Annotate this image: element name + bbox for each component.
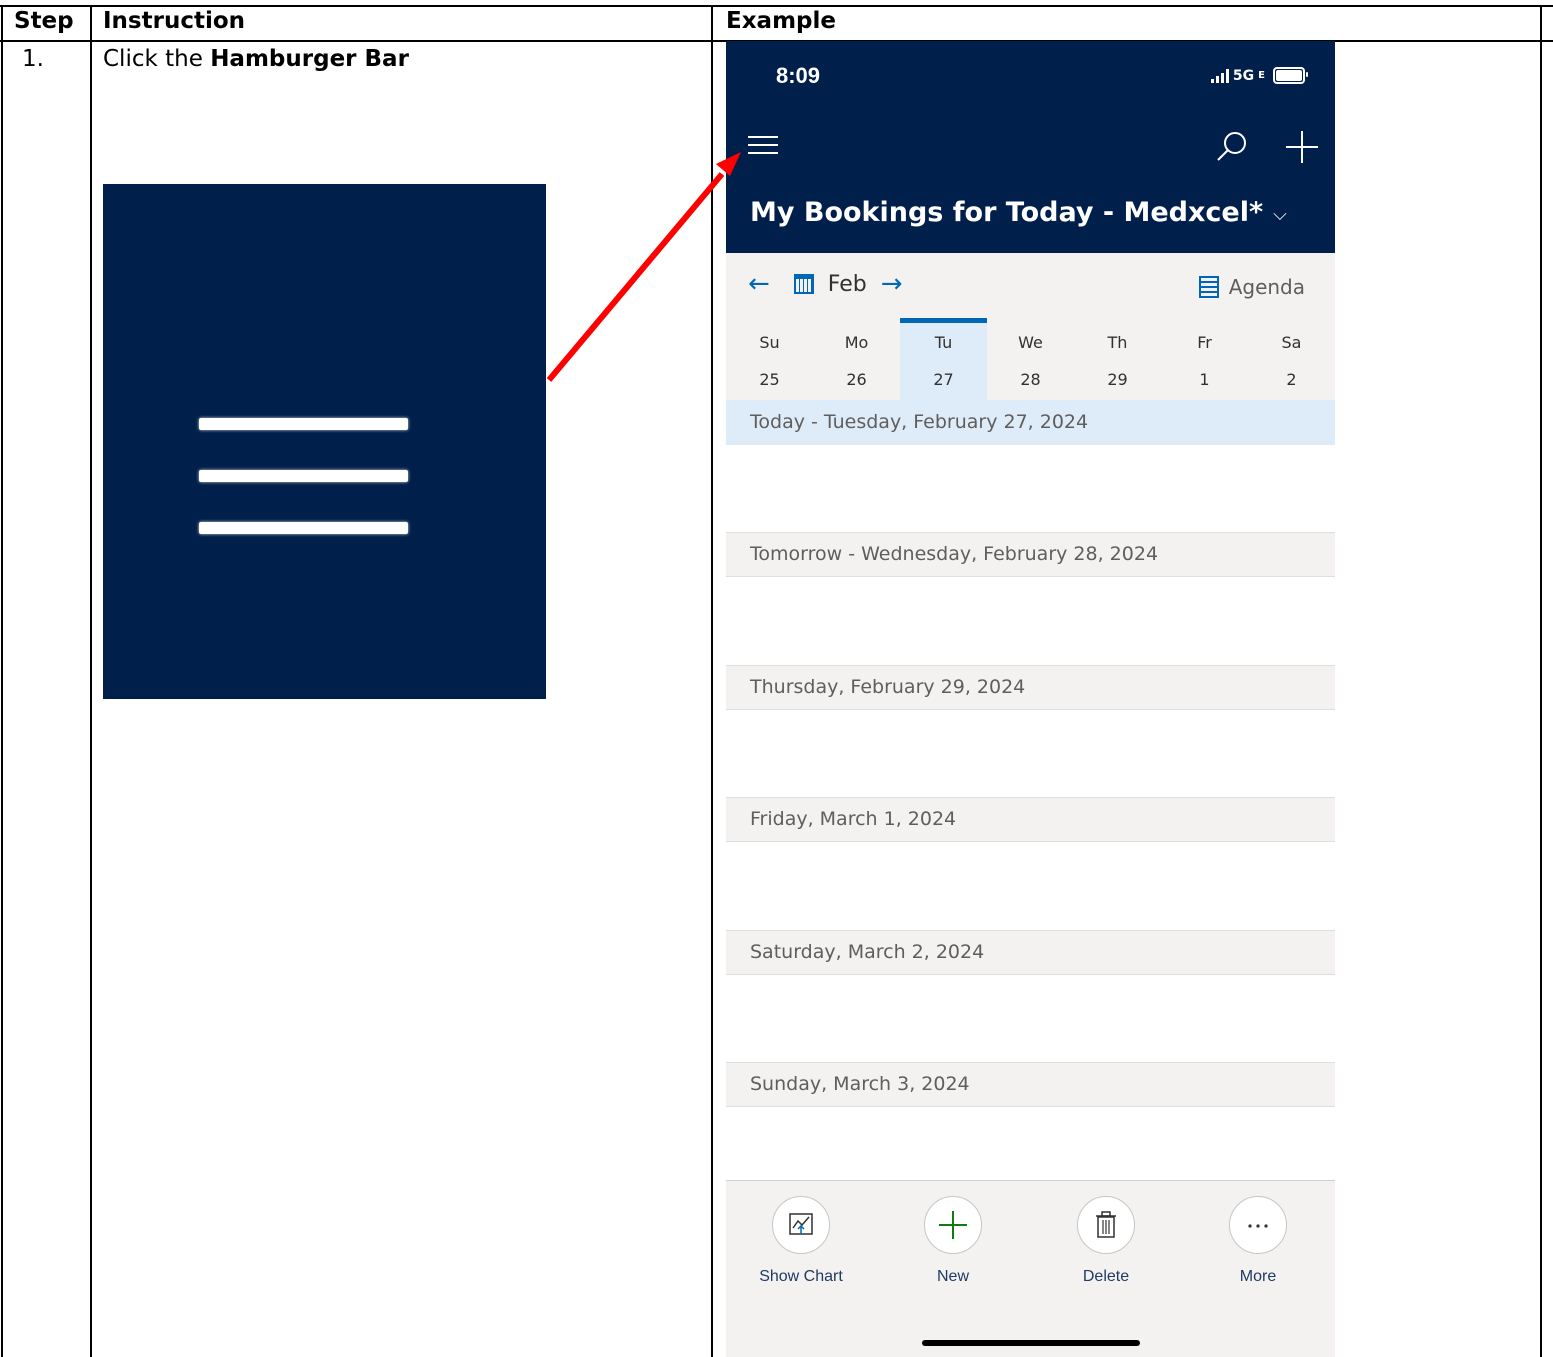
app-header: 8:09 5G E My Bookings for Today - Medxcel… bbox=[726, 41, 1335, 253]
chevron-down-icon: ⌵ bbox=[1273, 204, 1287, 225]
section-body bbox=[726, 710, 1335, 797]
day-name: Sa bbox=[1281, 333, 1302, 352]
month-label[interactable]: Feb bbox=[828, 272, 867, 297]
day-date: 26 bbox=[846, 370, 867, 389]
phone-screenshot: 8:09 5G E My Bookings for Today - Medxcel… bbox=[726, 41, 1335, 1357]
next-arrow-icon[interactable]: → bbox=[881, 271, 903, 297]
section-body bbox=[726, 577, 1335, 664]
week-strip: Su 25 Mo 26 Tu 27 We 28 Th 29 Fr 1 Sa 2 bbox=[726, 318, 1335, 400]
hamburger-zoom-bar bbox=[199, 418, 408, 430]
table-col-divider-2 bbox=[711, 5, 713, 1357]
section-header: Friday, March 1, 2024 bbox=[726, 797, 1335, 842]
signal-icon bbox=[1210, 68, 1229, 83]
prev-arrow-icon[interactable]: ← bbox=[748, 271, 770, 297]
instruction-prefix: Click the bbox=[103, 46, 211, 72]
table-left-border bbox=[1, 5, 3, 1357]
table-right-border bbox=[1540, 5, 1542, 1357]
table-col-divider-1 bbox=[90, 5, 92, 1357]
show-chart-label: Show Chart bbox=[759, 1268, 843, 1285]
day-date: 25 bbox=[759, 370, 780, 389]
home-indicator bbox=[922, 1340, 1140, 1346]
day-name: Tu bbox=[934, 333, 953, 352]
day-th[interactable]: Th 29 bbox=[1074, 318, 1161, 400]
agenda-label: Agenda bbox=[1228, 275, 1305, 299]
day-name: Su bbox=[759, 333, 780, 352]
command-bar: Show Chart New Delete More bbox=[726, 1180, 1335, 1357]
calendar-icon bbox=[793, 274, 814, 294]
calendar-nav: ← Feb → Agenda bbox=[726, 253, 1335, 318]
network-suffix: E bbox=[1258, 70, 1265, 81]
view-selector[interactable]: My Bookings for Today - Medxcel* ⌵ bbox=[750, 197, 1287, 228]
network-label: 5G bbox=[1232, 67, 1255, 84]
day-name: Th bbox=[1107, 333, 1128, 352]
delete-label: Delete bbox=[1082, 1268, 1130, 1285]
section-header: Tomorrow - Wednesday, February 28, 2024 bbox=[726, 532, 1335, 577]
trash-icon bbox=[1077, 1196, 1135, 1254]
instruction-text: Click the Hamburger Bar bbox=[103, 44, 409, 74]
header-step: Step bbox=[14, 8, 74, 34]
page-title: My Bookings for Today - Medxcel* bbox=[750, 197, 1264, 228]
day-name: Mo bbox=[844, 333, 869, 352]
day-date: 1 bbox=[1199, 370, 1210, 389]
day-name: We bbox=[1018, 333, 1043, 352]
status-time: 8:09 bbox=[776, 63, 821, 88]
battery-icon bbox=[1273, 67, 1308, 84]
day-date: 28 bbox=[1020, 370, 1041, 389]
more-icon bbox=[1229, 1196, 1287, 1254]
instruction-bold: Hamburger Bar bbox=[210, 46, 409, 72]
section-body bbox=[726, 445, 1335, 532]
day-date: 2 bbox=[1286, 370, 1297, 389]
hamburger-zoom-image bbox=[103, 184, 546, 699]
day-date: 27 bbox=[933, 370, 954, 389]
agenda-view-button[interactable]: Agenda bbox=[1198, 275, 1305, 299]
search-icon[interactable] bbox=[1212, 127, 1252, 167]
more-button[interactable]: More bbox=[1193, 1196, 1323, 1286]
section-header-today: Today - Tuesday, February 27, 2024 bbox=[726, 400, 1335, 445]
day-tu-selected[interactable]: Tu 27 bbox=[900, 318, 987, 400]
show-chart-button[interactable]: Show Chart bbox=[736, 1196, 866, 1286]
step-number: 1. bbox=[22, 46, 44, 72]
header-instruction: Instruction bbox=[103, 8, 246, 34]
day-fr[interactable]: Fr 1 bbox=[1161, 318, 1248, 400]
section-header: Thursday, February 29, 2024 bbox=[726, 665, 1335, 710]
new-button[interactable]: New bbox=[888, 1196, 1018, 1286]
day-we[interactable]: We 28 bbox=[987, 318, 1074, 400]
header-example: Example bbox=[726, 8, 836, 34]
add-icon[interactable] bbox=[1282, 127, 1322, 167]
delete-button[interactable]: Delete bbox=[1041, 1196, 1171, 1286]
hamburger-zoom-bar bbox=[199, 470, 408, 482]
plus-icon bbox=[924, 1196, 982, 1254]
hamburger-zoom-bar bbox=[199, 522, 408, 534]
section-body bbox=[726, 842, 1335, 929]
day-su[interactable]: Su 25 bbox=[726, 318, 813, 400]
chart-icon bbox=[772, 1196, 830, 1254]
day-name: Fr bbox=[1197, 333, 1212, 352]
agenda-icon bbox=[1198, 276, 1219, 298]
hamburger-menu-button[interactable] bbox=[748, 136, 780, 158]
section-header: Sunday, March 3, 2024 bbox=[726, 1062, 1335, 1107]
section-header: Saturday, March 2, 2024 bbox=[726, 930, 1335, 975]
day-sa[interactable]: Sa 2 bbox=[1248, 318, 1335, 400]
status-indicators: 5G E bbox=[1210, 67, 1308, 84]
day-mo[interactable]: Mo 26 bbox=[813, 318, 900, 400]
new-label: New bbox=[936, 1268, 969, 1285]
day-date: 29 bbox=[1107, 370, 1128, 389]
section-body bbox=[726, 975, 1335, 1062]
more-label: More bbox=[1239, 1268, 1277, 1285]
